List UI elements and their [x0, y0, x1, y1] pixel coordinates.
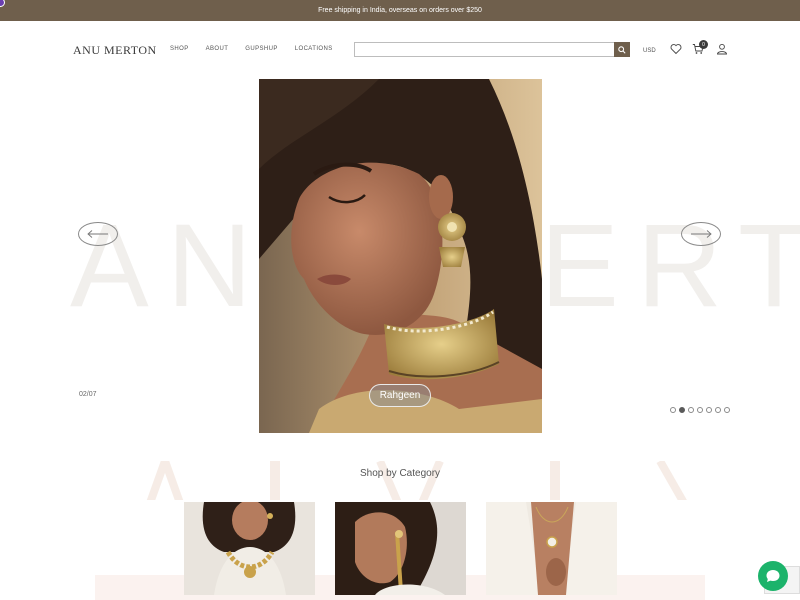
logo[interactable]: ANU MERTON	[73, 43, 157, 58]
slide-dot-5[interactable]	[706, 407, 712, 413]
search-input[interactable]	[355, 48, 615, 61]
arrow-right-icon	[691, 230, 712, 238]
slide-dot-1[interactable]	[670, 407, 676, 413]
decorative-background-shapes	[120, 430, 740, 500]
category-image	[486, 502, 617, 595]
slide-counter: 02/07	[79, 391, 97, 398]
prev-slide-button[interactable]	[78, 222, 118, 246]
slide-pagination	[670, 407, 730, 413]
nav-item-gupshup[interactable]: GUPSHUP	[245, 46, 277, 52]
hero-slide-image[interactable]: Rahgeen	[259, 79, 542, 433]
nav-item-shop[interactable]: SHOP	[170, 46, 189, 52]
slide-collection-badge[interactable]: Rahgeen	[369, 384, 431, 407]
user-icon[interactable]	[716, 43, 728, 55]
slide-dot-6[interactable]	[715, 407, 721, 413]
chat-button[interactable]	[758, 561, 788, 591]
slide-dot-3[interactable]	[688, 407, 694, 413]
category-card-earrings[interactable]	[335, 502, 466, 595]
arrow-left-icon	[87, 230, 108, 238]
currency-selector[interactable]: USD	[643, 48, 656, 54]
category-card-pendants[interactable]	[486, 502, 617, 595]
slide-dot-2[interactable]	[679, 407, 685, 413]
search-bar	[354, 42, 630, 61]
slide-dot-7[interactable]	[724, 407, 730, 413]
announcement-text: Free shipping in India, overseas on orde…	[318, 7, 482, 14]
category-image	[184, 502, 315, 595]
category-section-title: Shop by Category	[359, 468, 441, 479]
model-portrait-image	[259, 79, 542, 433]
heart-icon[interactable]	[670, 43, 682, 55]
search-icon	[618, 45, 626, 54]
announcement-bar: Free shipping in India, overseas on orde…	[0, 0, 800, 21]
category-card-necklaces[interactable]	[184, 502, 315, 595]
nav-item-about[interactable]: ABOUT	[206, 46, 229, 52]
cart-count-badge: 0	[699, 40, 708, 49]
site-header: ANU MERTON SHOP ABOUT GUPSHUP LOCATIONS …	[0, 21, 800, 79]
slide-dot-4[interactable]	[697, 407, 703, 413]
nav-item-locations[interactable]: LOCATIONS	[295, 46, 333, 52]
chat-bubble-icon	[766, 570, 780, 582]
next-slide-button[interactable]	[681, 222, 721, 246]
accessibility-badge-icon[interactable]	[0, 0, 5, 7]
search-button[interactable]	[614, 42, 630, 57]
category-image	[335, 502, 466, 595]
main-nav: SHOP ABOUT GUPSHUP LOCATIONS	[170, 46, 350, 52]
